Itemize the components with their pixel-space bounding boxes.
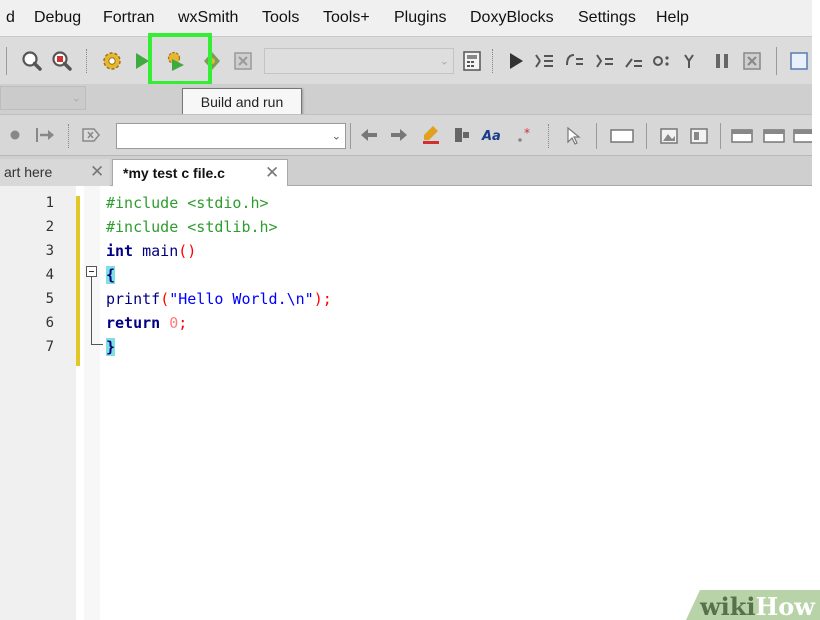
chevron-down-icon: ⌄: [331, 130, 341, 143]
fold-toggle-icon[interactable]: [86, 266, 97, 277]
code-editor[interactable]: 1 2 3 4 5 6 7 #include <stdio.h> #includ…: [0, 186, 812, 620]
line-number-gutter: 1 2 3 4 5 6 7: [0, 186, 76, 620]
line-number: 5: [45, 291, 54, 307]
toolbar-separator: [720, 123, 721, 149]
back-arrow-icon[interactable]: [358, 125, 380, 145]
toolbar-separator: [596, 123, 597, 149]
code-line-3: int main(): [106, 242, 197, 260]
code-line-1: #include <stdio.h>: [106, 194, 269, 212]
chevron-down-icon: ⌄: [439, 55, 449, 68]
menu-settings[interactable]: Settings: [578, 9, 636, 27]
match-case-icon[interactable]: Aa: [480, 125, 506, 145]
code-line-2: #include <stdlib.h>: [106, 218, 278, 236]
highlight-marker-icon[interactable]: [420, 123, 442, 147]
window-edge: [812, 0, 820, 620]
svg-text:Aa: Aa: [481, 129, 501, 144]
next-instruction-icon[interactable]: [650, 49, 674, 73]
next-line-icon[interactable]: [562, 49, 586, 73]
close-icon[interactable]: ✕: [90, 159, 104, 185]
regex-icon[interactable]: *: [514, 125, 536, 145]
toolbar-separator: [6, 47, 7, 75]
pause-icon[interactable]: [710, 49, 734, 73]
code-line-4: {: [106, 266, 116, 284]
panel-icon[interactable]: [730, 127, 754, 145]
menu-fortran[interactable]: Fortran: [103, 9, 155, 27]
menu-debug[interactable]: Debug: [34, 9, 81, 27]
menu-build[interactable]: d: [6, 9, 15, 27]
toolbar-separator: [350, 123, 351, 149]
menu-bar: d Debug Fortran wxSmith Tools Tools+ Plu…: [0, 0, 812, 36]
panel-icon[interactable]: [762, 127, 786, 145]
line-number: 7: [45, 339, 54, 355]
svg-text:*: *: [524, 126, 530, 140]
tab-label: *my test c file.c: [123, 165, 225, 181]
main-toolbar: ⌄: [0, 36, 812, 84]
toolbar-grip[interactable]: [548, 124, 551, 148]
menu-tools-plus[interactable]: Tools+: [323, 9, 370, 27]
code-toolbar: ⌄ Aa *: [0, 114, 812, 156]
tab-start-here[interactable]: art here ✕: [0, 159, 110, 186]
step-into-icon[interactable]: [592, 49, 616, 73]
step-out-icon[interactable]: [622, 49, 646, 73]
menu-tools[interactable]: Tools: [262, 9, 299, 27]
line-number: 1: [45, 195, 54, 211]
toolbar-separator: [646, 123, 647, 149]
chevron-down-icon: ⌄: [71, 92, 81, 105]
secondary-toolbar: ⌄: [0, 84, 812, 114]
line-number: 2: [45, 219, 54, 235]
code-line-7: }: [106, 338, 116, 356]
debug-window-icon[interactable]: [788, 49, 810, 73]
menu-doxyblocks[interactable]: DoxyBlocks: [470, 9, 554, 27]
menu-plugins[interactable]: Plugins: [394, 9, 446, 27]
menu-help[interactable]: Help: [656, 9, 689, 27]
match-icon[interactable]: [450, 125, 472, 145]
search-icon[interactable]: [20, 49, 44, 73]
symbol-dropdown[interactable]: ⌄: [116, 123, 346, 149]
line-number: 4: [45, 267, 54, 283]
tab-my-test-c-file[interactable]: *my test c file.c ✕: [112, 159, 288, 186]
stop-icon[interactable]: [740, 49, 764, 73]
forward-arrow-icon[interactable]: [388, 125, 410, 145]
change-bar: [76, 196, 80, 366]
search-replace-icon[interactable]: [50, 49, 74, 73]
image-icon[interactable]: [658, 125, 680, 147]
wikihow-logo: wikiHow: [700, 592, 815, 620]
fold-line: [91, 277, 92, 345]
form-icon[interactable]: [688, 125, 710, 147]
editor-tab-bar: art here ✕ *my test c file.c ✕: [0, 156, 812, 186]
line-number: 6: [45, 315, 54, 331]
code-line-6: return 0;: [106, 314, 188, 332]
tab-label: art here: [4, 164, 53, 180]
highlight-box: [148, 33, 212, 85]
tag-icon[interactable]: [80, 125, 102, 145]
code-line-5: printf("Hello World.\n");: [106, 290, 332, 308]
bookmark-dot-icon[interactable]: [8, 128, 22, 142]
toolbar-separator: [776, 47, 777, 75]
step-instruction-icon[interactable]: [680, 49, 704, 73]
close-icon[interactable]: ✕: [265, 160, 279, 186]
jump-icon[interactable]: [34, 125, 56, 145]
toolbar-grip[interactable]: [68, 124, 71, 148]
build-target-dropdown[interactable]: ⌄: [264, 48, 454, 74]
debug-run-icon[interactable]: [506, 50, 526, 72]
toolbar-grip[interactable]: [86, 49, 89, 73]
build-gear-icon[interactable]: [100, 49, 124, 73]
menu-wxsmith[interactable]: wxSmith: [178, 9, 238, 27]
panel-icon[interactable]: [792, 127, 812, 145]
tooltip-build-and-run: Build and run: [182, 88, 302, 116]
abort-icon[interactable]: [232, 50, 254, 72]
code-blocks-window: d Debug Fortran wxSmith Tools Tools+ Plu…: [0, 0, 820, 620]
select-pointer-icon[interactable]: [562, 125, 584, 147]
fold-margin: [84, 186, 100, 620]
scope-dropdown[interactable]: ⌄: [0, 86, 86, 110]
toolbar-grip[interactable]: [492, 49, 495, 73]
fold-line-end: [91, 344, 103, 345]
line-number: 3: [45, 243, 54, 259]
calculator-icon[interactable]: [460, 49, 484, 73]
run-to-cursor-icon[interactable]: [532, 49, 556, 73]
block-icon[interactable]: [608, 125, 636, 147]
